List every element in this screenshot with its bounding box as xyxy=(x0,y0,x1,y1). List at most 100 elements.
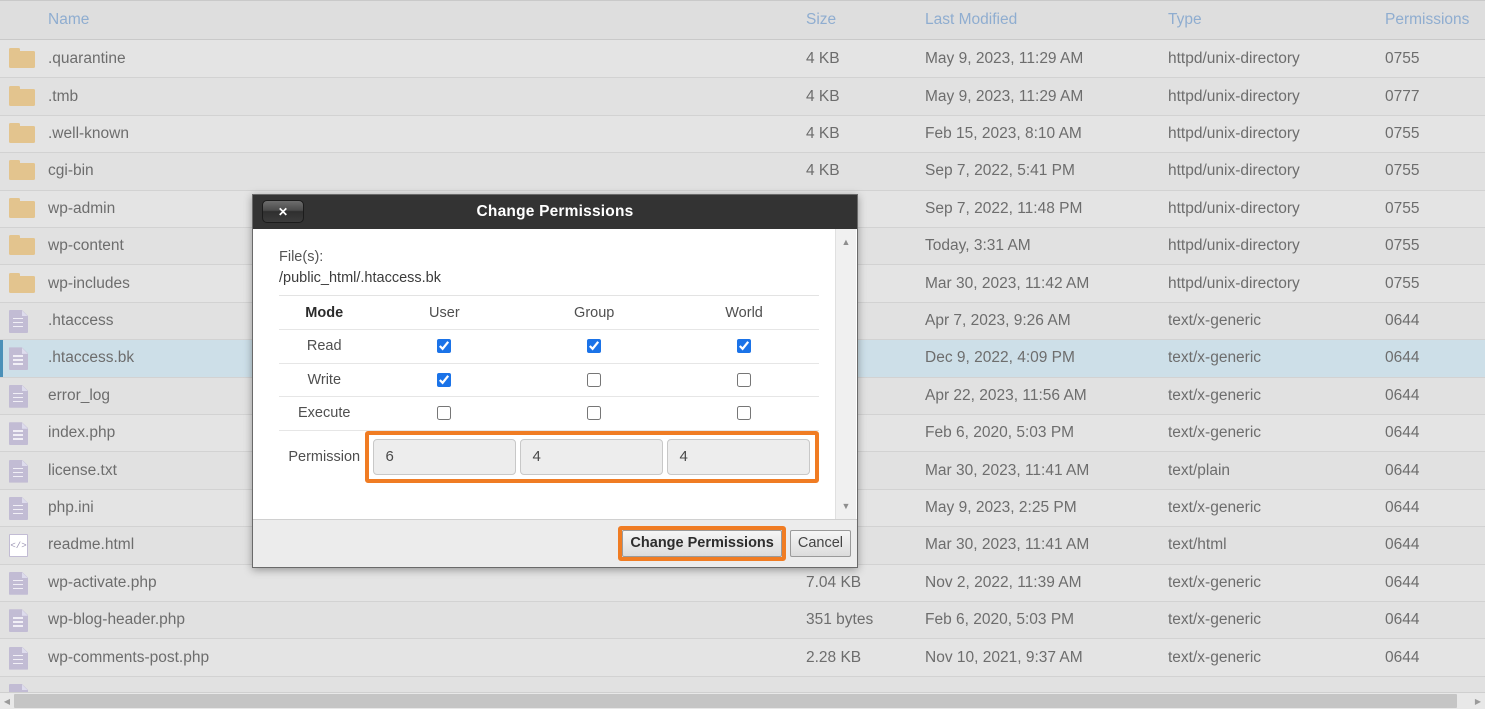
folder-icon xyxy=(9,160,35,182)
file-icon xyxy=(9,609,35,633)
scroll-right-icon[interactable]: ▶ xyxy=(1471,693,1485,709)
checkbox-write-group[interactable] xyxy=(587,372,602,387)
checkbox-write-world[interactable] xyxy=(737,372,752,387)
file-name-cell: wp-content xyxy=(48,237,124,255)
column-header-modified[interactable]: Last Modified xyxy=(925,1,1017,39)
file-permissions-cell: 0644 xyxy=(1385,648,1420,666)
file-icon xyxy=(9,459,35,483)
permission-input-user[interactable] xyxy=(373,438,517,475)
permission-cell-group xyxy=(519,363,670,398)
table-row[interactable]: wp-blog-header.php 351 bytes Feb 6, 2020, … xyxy=(0,602,1485,640)
table-row[interactable]: .quarantine 4 KB May 9, 2023, 11:29 AM http… xyxy=(0,41,1485,79)
permission-cell-world xyxy=(669,329,819,364)
file-name-cell: wp-includes xyxy=(48,274,130,292)
file-modified-cell: Dec 9, 2022, 4:09 PM xyxy=(925,349,1075,367)
folder-icon xyxy=(9,48,35,70)
header-user: User xyxy=(369,296,520,331)
column-header-size[interactable]: Size xyxy=(806,1,836,39)
file-size-cell: 4 KB xyxy=(806,124,840,142)
horizontal-scrollbar-thumb[interactable] xyxy=(14,694,1457,708)
file-size-cell: 4 KB xyxy=(806,50,840,68)
file-type-cell: text/x-generic xyxy=(1168,386,1262,404)
permission-cell-user xyxy=(369,329,520,364)
table-row[interactable]: .tmb 4 KB May 9, 2023, 11:29 AM httpd/unix-… xyxy=(0,78,1485,116)
file-modified-cell: Mar 30, 2023, 11:42 AM xyxy=(925,274,1090,292)
file-icon xyxy=(9,384,35,408)
file-modified-cell: Feb 6, 2020, 5:03 PM xyxy=(925,424,1075,442)
file-type-cell: text/x-generic xyxy=(1168,573,1262,591)
change-permissions-button[interactable]: Change Permissions xyxy=(622,529,782,558)
file-modified-cell: Feb 6, 2020, 5:03 PM xyxy=(925,611,1075,629)
file-name-cell: index.php xyxy=(48,424,116,442)
file-permissions-cell: 0644 xyxy=(1385,311,1420,329)
checkbox-write-user[interactable] xyxy=(437,372,452,387)
permission-cell-group xyxy=(519,396,670,431)
file-size-cell: 7.04 KB xyxy=(806,573,862,591)
file-type-cell: text/x-generic xyxy=(1168,611,1262,629)
file-permissions-cell: 0644 xyxy=(1385,498,1420,516)
checkbox-read-user[interactable] xyxy=(437,339,452,354)
file-type-cell: text/plain xyxy=(1168,461,1231,479)
dialog-vertical-scrollbar[interactable]: ▲ ▼ xyxy=(835,229,856,519)
header-group: Group xyxy=(519,296,670,331)
header-world: World xyxy=(669,296,819,331)
file-size-cell: 4 KB xyxy=(806,87,840,105)
table-row[interactable]: wp-comments-post.php 2.28 KB Nov 10, 2021,… xyxy=(0,639,1485,677)
file-name-cell: .quarantine xyxy=(48,50,126,68)
column-header-type[interactable]: Type xyxy=(1168,1,1202,39)
permission-input-group[interactable] xyxy=(520,438,664,475)
file-name-cell: php.ini xyxy=(48,498,94,516)
permission-cell-world xyxy=(669,363,819,398)
folder-icon xyxy=(9,122,35,145)
checkbox-execute-world[interactable] xyxy=(737,406,752,421)
permission-label: Permission xyxy=(288,448,361,465)
folder-icon xyxy=(9,197,35,220)
horizontal-scrollbar[interactable]: ◀ ▶ xyxy=(0,692,1485,709)
file-name-cell: wp-comments-post.php xyxy=(48,648,210,666)
folder-icon xyxy=(9,235,35,257)
file-type-cell: text/x-generic xyxy=(1168,498,1262,516)
file-modified-cell: Sep 7, 2022, 5:41 PM xyxy=(925,162,1075,180)
file-permissions-cell: 0755 xyxy=(1385,274,1420,292)
file-name-cell: readme.html xyxy=(48,536,135,554)
permission-mode-label: Write xyxy=(279,363,370,398)
permission-row: Execute xyxy=(279,396,819,431)
file-size-cell: 2.28 KB xyxy=(806,648,862,666)
table-row[interactable]: wp-activate.php 7.04 KB Nov 2, 2022, 11:39… xyxy=(0,564,1485,602)
file-modified-cell: Feb 15, 2023, 8:10 AM xyxy=(925,124,1082,142)
file-icon xyxy=(9,496,35,520)
table-row[interactable]: .well-known 4 KB Feb 15, 2023, 8:10 AM http… xyxy=(0,115,1485,154)
permissions-matrix: Mode User Group World Read Write Execute P… xyxy=(279,296,819,483)
permission-row: Read xyxy=(279,329,819,364)
checkbox-read-group[interactable] xyxy=(587,339,602,354)
file-permissions-cell: 0755 xyxy=(1385,237,1420,255)
table-row[interactable]: cgi-bin 4 KB Sep 7, 2022, 5:41 PM httpd/uni… xyxy=(0,153,1485,191)
dialog-title-bar: ✕ Change Permissions xyxy=(253,195,857,229)
column-header-name[interactable]: Name xyxy=(48,1,89,39)
permission-inputs-highlight xyxy=(365,430,819,483)
scroll-down-icon[interactable]: ▼ xyxy=(836,497,856,515)
permission-cell-group xyxy=(519,329,670,364)
file-name-cell: cgi-bin xyxy=(48,162,94,180)
file-modified-cell: Today, 3:31 AM xyxy=(925,237,1031,255)
file-icon xyxy=(9,422,35,446)
scroll-up-icon[interactable]: ▲ xyxy=(836,233,856,251)
checkbox-execute-user[interactable] xyxy=(437,406,452,421)
checkbox-read-world[interactable] xyxy=(737,339,752,354)
file-modified-cell: May 9, 2023, 2:25 PM xyxy=(925,498,1077,516)
file-path-value: /public_html/.htaccess.bk xyxy=(279,270,441,287)
file-permissions-cell: 0755 xyxy=(1385,162,1420,180)
cancel-button[interactable]: Cancel xyxy=(789,529,851,558)
file-name-cell: .well-known xyxy=(48,124,129,142)
file-modified-cell: Nov 2, 2022, 11:39 AM xyxy=(925,573,1082,591)
file-icon xyxy=(9,646,35,670)
file-type-cell: httpd/unix-directory xyxy=(1168,87,1300,105)
scroll-left-icon[interactable]: ◀ xyxy=(0,693,14,709)
permission-input-world[interactable] xyxy=(667,438,811,475)
checkbox-execute-group[interactable] xyxy=(587,406,602,421)
file-modified-cell: Mar 30, 2023, 11:41 AM xyxy=(925,536,1090,554)
file-name-cell: .tmb xyxy=(48,87,79,105)
close-icon[interactable]: ✕ xyxy=(262,200,304,223)
file-modified-cell: Apr 7, 2023, 9:26 AM xyxy=(925,311,1071,329)
column-header-permissions[interactable]: Permissions xyxy=(1385,1,1469,39)
